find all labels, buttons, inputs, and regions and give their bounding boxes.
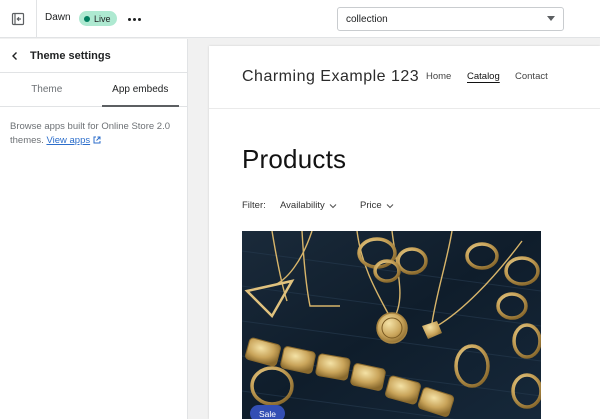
nav-catalog[interactable]: Catalog (467, 71, 500, 82)
chevron-left-icon (12, 51, 17, 60)
store-header: Charming Example 123 Home Catalog Contac… (209, 46, 600, 109)
tab-label: App embeds (112, 84, 169, 95)
live-status-badge: Live (79, 11, 117, 26)
preview-area: Charming Example 123 Home Catalog Contac… (189, 39, 600, 419)
exit-editor-button[interactable] (0, 0, 37, 38)
filter-label: Filter: (242, 200, 266, 211)
jewelry-photo (242, 231, 541, 419)
template-select[interactable]: collection (337, 7, 564, 31)
filter-price-label: Price (360, 200, 382, 211)
live-label: Live (94, 13, 111, 24)
editor-topbar: Dawn Live collection (0, 0, 600, 38)
exit-icon (11, 12, 25, 26)
store-logo-text[interactable]: Charming Example 123 (242, 68, 419, 86)
dot-icon (132, 17, 136, 21)
more-actions-button[interactable] (124, 12, 144, 26)
storefront-preview[interactable]: Charming Example 123 Home Catalog Contac… (209, 46, 600, 419)
page-title: Products (242, 144, 347, 174)
sale-badge: Sale (250, 405, 286, 419)
external-link-icon (93, 136, 101, 144)
tab-theme[interactable]: Theme (0, 73, 94, 106)
tab-app-embeds[interactable]: App embeds (94, 73, 188, 107)
chevron-down-icon (386, 203, 394, 208)
dot-icon (127, 17, 131, 21)
filter-price[interactable]: Price (360, 200, 394, 211)
filter-availability-label: Availability (280, 200, 325, 211)
template-select-value: collection (346, 13, 388, 25)
nav-contact[interactable]: Contact (515, 71, 548, 82)
product-card-image[interactable]: Sale (242, 231, 541, 419)
theme-name: Dawn (45, 12, 71, 23)
sidebar-header: Theme settings (0, 39, 187, 73)
caret-down-icon (547, 16, 555, 21)
tab-label: Theme (31, 84, 63, 95)
settings-tabs: Theme App embeds (0, 73, 187, 107)
view-apps-link[interactable]: View apps (46, 135, 90, 146)
app-embeds-panel: Browse apps built for Online Store 2.0 t… (0, 107, 187, 161)
filter-availability[interactable]: Availability (280, 200, 337, 211)
dot-icon (137, 17, 141, 21)
theme-settings-sidebar: Theme settings Theme App embeds Browse a… (0, 39, 188, 419)
back-button[interactable] (0, 39, 30, 73)
view-apps-label: View apps (46, 135, 91, 146)
sidebar-title: Theme settings (30, 49, 111, 62)
live-dot-icon (84, 15, 90, 22)
nav-home[interactable]: Home (426, 71, 451, 82)
chevron-down-icon (329, 203, 337, 208)
